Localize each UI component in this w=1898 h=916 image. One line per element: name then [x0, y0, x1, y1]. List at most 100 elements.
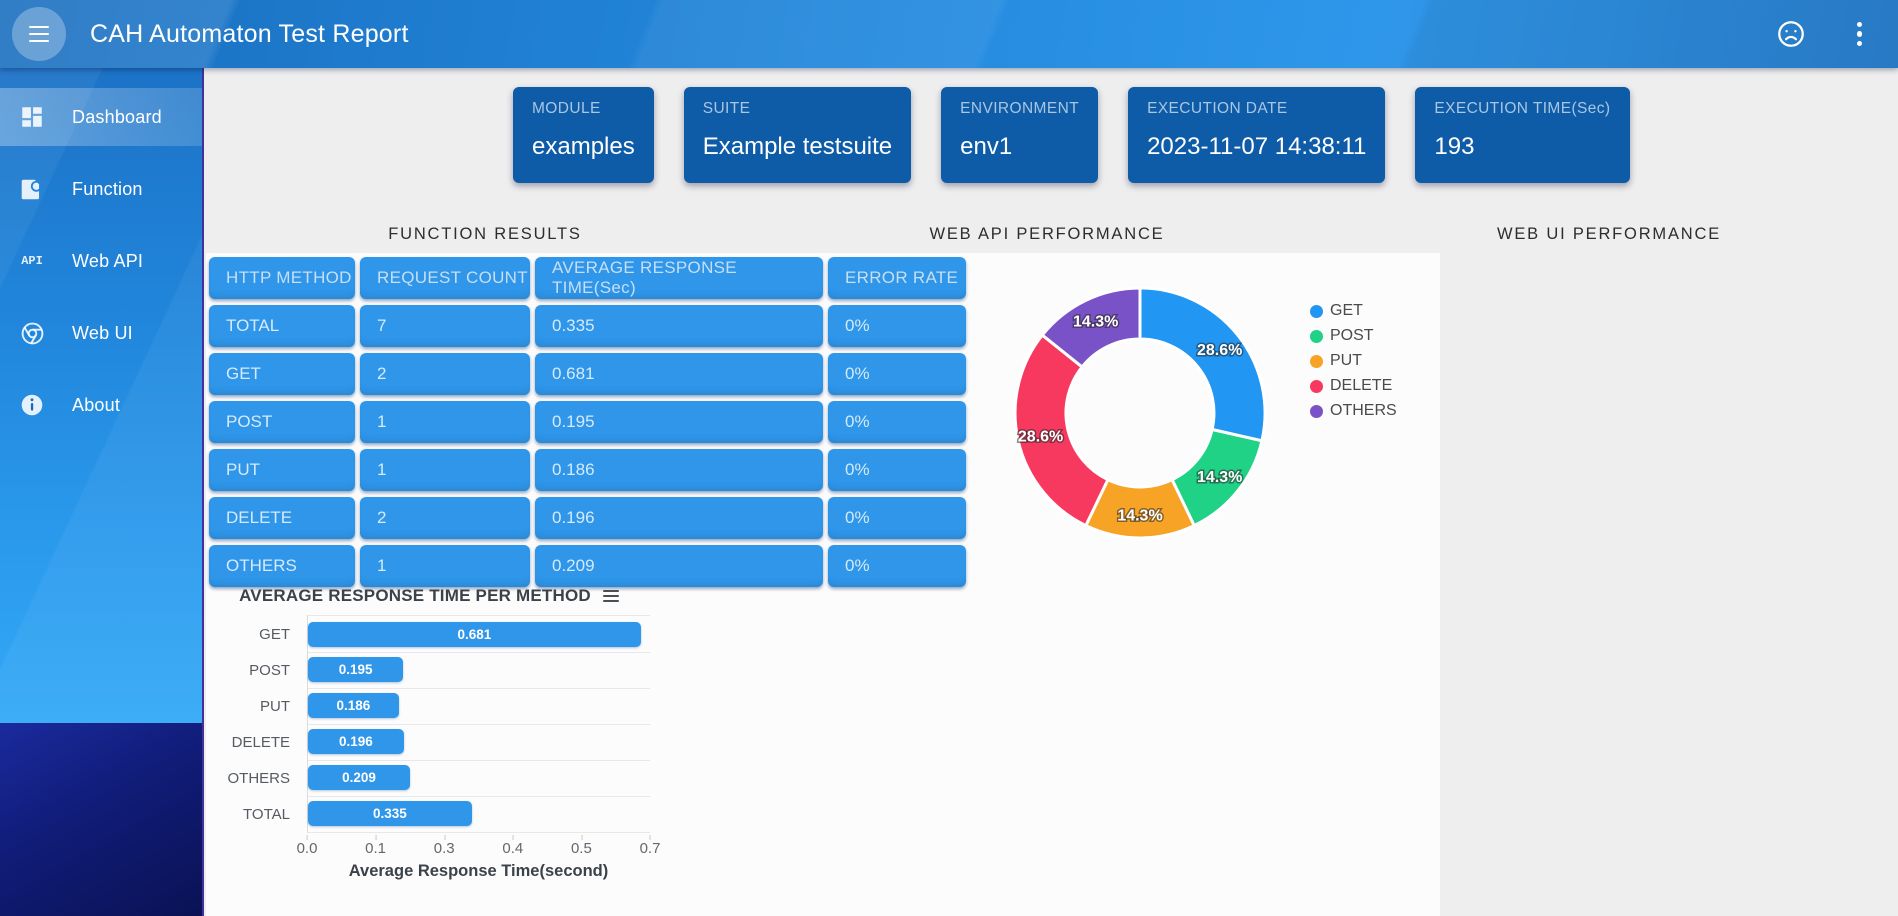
table-header-cell: ERROR RATE — [828, 257, 966, 299]
bar-chart-header: AVERAGE RESPONSE TIME PER METHOD — [210, 584, 650, 608]
table-value-cell: 0% — [828, 401, 966, 443]
bar-track: 0.681 — [307, 615, 650, 653]
table-value-cell: 0% — [828, 449, 966, 491]
bar-delete[interactable]: 0.196 — [308, 729, 404, 754]
table-header-cell: AVERAGE RESPONSE TIME(Sec) — [535, 257, 823, 299]
sidebar-item-dashboard[interactable]: Dashboard — [0, 88, 202, 146]
table-header-cell: HTTP METHOD — [209, 257, 355, 299]
donut-slice-percentage-label: 14.3% — [1197, 469, 1242, 486]
table-value-cell: 1 — [360, 449, 530, 491]
legend-label: PUT — [1330, 352, 1362, 370]
legend-item-others[interactable]: OTHERS — [1310, 402, 1397, 420]
table-row-label-cell: TOTAL — [209, 305, 355, 347]
donut-chart: 28.6% 14.3% 14.3% 28.6% 14.3% — [1000, 276, 1280, 556]
tab-web-api-performance[interactable]: WEB API PERFORMANCE — [766, 211, 1328, 253]
bar-track: 0.195 — [307, 652, 650, 689]
sad-face-icon[interactable] — [1775, 18, 1807, 50]
sidebar-item-label: Web API — [72, 251, 143, 272]
card-value: Example testsuite — [703, 133, 892, 161]
api-results-table: HTTP METHODREQUEST COUNTAVERAGE RESPONSE… — [209, 257, 966, 587]
donut-slice-percentage-label: 14.3% — [1117, 508, 1162, 525]
table-value-cell: 0.335 — [535, 305, 823, 347]
bar-category-label: OTHERS — [210, 770, 290, 787]
summary-cards: MODULE examples SUITE Example testsuite ENVI… — [513, 87, 1630, 183]
api-icon: API — [18, 247, 46, 275]
summary-card-execution-date: EXECUTION DATE 2023-11-07 14:38:11 — [1128, 87, 1385, 183]
chrome-icon — [18, 319, 46, 347]
card-label: EXECUTION DATE — [1147, 100, 1366, 118]
table-value-cell: 0% — [828, 497, 966, 539]
bar-post[interactable]: 0.195 — [308, 657, 403, 682]
table-row-label-cell: POST — [209, 401, 355, 443]
tab-function-results[interactable]: FUNCTION RESULTS — [204, 211, 766, 253]
find-page-icon — [18, 175, 46, 203]
table-row-label-cell: OTHERS — [209, 545, 355, 587]
summary-card-suite: SUITE Example testsuite — [684, 87, 911, 183]
tab-panel: HTTP METHODREQUEST COUNTAVERAGE RESPONSE… — [206, 253, 1440, 916]
bar-track: 0.196 — [307, 724, 650, 761]
tab-web-ui-performance[interactable]: WEB UI PERFORMANCE — [1328, 211, 1890, 253]
sidebar-item-function[interactable]: Function — [0, 160, 202, 218]
sidebar-item-web-ui[interactable]: Web UI — [0, 304, 202, 362]
legend-label: GET — [1330, 302, 1363, 320]
sidebar-item-web-api[interactable]: API Web API — [0, 232, 202, 290]
bar-others[interactable]: 0.209 — [308, 765, 410, 790]
x-tick-label: 0.0 — [297, 835, 318, 857]
card-label: SUITE — [703, 100, 892, 118]
tab-bar: FUNCTION RESULTSWEB API PERFORMANCEWEB U… — [204, 211, 1890, 253]
card-label: MODULE — [532, 100, 635, 118]
donut-slice-percentage-label: 28.6% — [1197, 342, 1242, 359]
table-value-cell: 1 — [360, 545, 530, 587]
card-label: EXECUTION TIME(Sec) — [1434, 100, 1610, 118]
legend-item-post[interactable]: POST — [1310, 327, 1397, 345]
sidebar-lower-background — [0, 723, 202, 916]
table-value-cell: 7 — [360, 305, 530, 347]
table-value-cell: 0.196 — [535, 497, 823, 539]
sidebar: Dashboard Function API Web API Web UI About — [0, 68, 204, 916]
bar-category-label: PUT — [210, 698, 290, 715]
table-header-cell: REQUEST COUNT — [360, 257, 530, 299]
bar-rows: GET0.681POST0.195PUT0.186DELETE0.196OTHE… — [210, 616, 650, 832]
bar-get[interactable]: 0.681 — [308, 622, 641, 647]
sidebar-item-about[interactable]: About — [0, 376, 202, 434]
app-root: CAH Automaton Test Report Dashboard Funct… — [0, 0, 1898, 916]
legend-color-dot — [1310, 305, 1323, 318]
table-value-cell: 0.209 — [535, 545, 823, 587]
sidebar-item-label: Function — [72, 179, 143, 200]
bar-put[interactable]: 0.186 — [308, 693, 399, 718]
bar-row-put: PUT 0.186 — [210, 688, 650, 724]
bar-x-axis: 0.00.10.30.40.50.7 — [307, 832, 650, 856]
bar-category-label: DELETE — [210, 734, 290, 751]
table-value-cell: 0.195 — [535, 401, 823, 443]
card-value: 2023-11-07 14:38:11 — [1147, 133, 1366, 161]
table-row-label-cell: PUT — [209, 449, 355, 491]
donut-slice-get[interactable] — [1140, 288, 1265, 441]
legend-label: OTHERS — [1330, 402, 1397, 420]
donut-slice-percentage-label: 14.3% — [1073, 314, 1118, 331]
donut-legend: GET POST PUT DELETE OTHERS — [1310, 302, 1397, 420]
legend-item-get[interactable]: GET — [1310, 302, 1397, 320]
table-row-label-cell: DELETE — [209, 497, 355, 539]
card-label: ENVIRONMENT — [960, 100, 1079, 118]
sidebar-nav: Dashboard Function API Web API Web UI About — [0, 68, 202, 723]
donut-slice-percentage-label: 28.6% — [1018, 428, 1063, 445]
legend-item-put[interactable]: PUT — [1310, 352, 1397, 370]
legend-color-dot — [1310, 355, 1323, 368]
bar-row-delete: DELETE 0.196 — [210, 724, 650, 760]
x-tick-label: 0.7 — [640, 835, 661, 857]
chart-context-menu-icon[interactable] — [601, 588, 621, 605]
table-value-cell: 2 — [360, 497, 530, 539]
menu-button[interactable] — [12, 7, 66, 61]
legend-color-dot — [1310, 405, 1323, 418]
kebab-menu-icon[interactable] — [1851, 20, 1869, 49]
card-value: 193 — [1434, 133, 1610, 161]
info-icon — [18, 391, 46, 419]
legend-item-delete[interactable]: DELETE — [1310, 377, 1397, 395]
legend-color-dot — [1310, 330, 1323, 343]
app-bar: CAH Automaton Test Report — [0, 0, 1898, 68]
x-tick-label: 0.1 — [365, 835, 386, 857]
table-row-label-cell: GET — [209, 353, 355, 395]
dashboard-icon — [18, 103, 46, 131]
bar-total[interactable]: 0.335 — [308, 801, 472, 826]
card-value: examples — [532, 133, 635, 161]
